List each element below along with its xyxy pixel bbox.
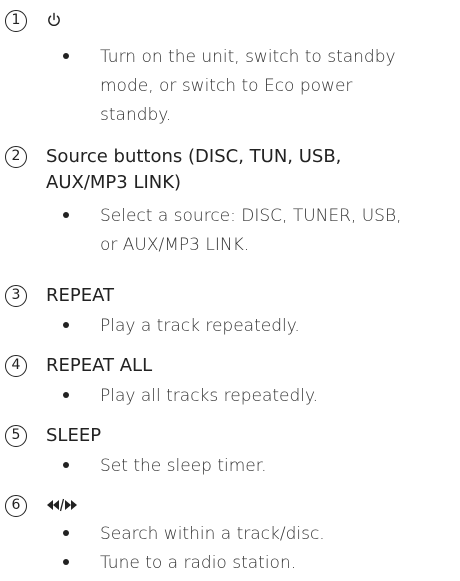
item-title: Source buttons (DISC, TUN, USB, <box>46 146 342 167</box>
power-icon <box>48 12 60 27</box>
bullet-line: standby. <box>100 105 172 125</box>
item-number: 3 <box>5 285 27 307</box>
item-title: SLEEP <box>46 425 102 446</box>
item-number: 5 <box>5 425 27 447</box>
bullet-dot <box>63 559 69 565</box>
item-number: 2 <box>5 146 27 168</box>
item-number: 1 <box>5 10 27 32</box>
bullet-line: Tune to a radio station. <box>100 553 297 573</box>
bullet-line: Select a source: DISC, TUNER, USB, <box>100 206 402 226</box>
bullet-line: Search within a track/disc. <box>100 524 325 544</box>
bullet-dot <box>63 462 69 468</box>
bullet-line: or AUX/MP3 LINK. <box>100 235 250 255</box>
item-title: AUX/MP3 LINK) <box>46 172 182 193</box>
bullet-line: Set the sleep timer. <box>100 456 267 476</box>
bullet-dot <box>63 53 69 59</box>
bullet-dot <box>63 392 69 398</box>
rewind-forward-icon <box>47 498 77 512</box>
item-title: REPEAT ALL <box>46 355 153 376</box>
bullet-dot <box>63 322 69 328</box>
bullet-line: Play all tracks repeatedly. <box>100 386 319 406</box>
item-number: 6 <box>5 495 27 517</box>
bullet-dot <box>63 212 69 218</box>
bullet-line: Turn on the unit, switch to standby <box>100 47 396 67</box>
item-number: 4 <box>5 355 27 377</box>
bullet-dot <box>63 530 69 536</box>
item-title: REPEAT <box>46 285 115 306</box>
bullet-line: mode, or switch to Eco power <box>100 76 353 96</box>
bullet-line: Play a track repeatedly. <box>100 316 300 336</box>
